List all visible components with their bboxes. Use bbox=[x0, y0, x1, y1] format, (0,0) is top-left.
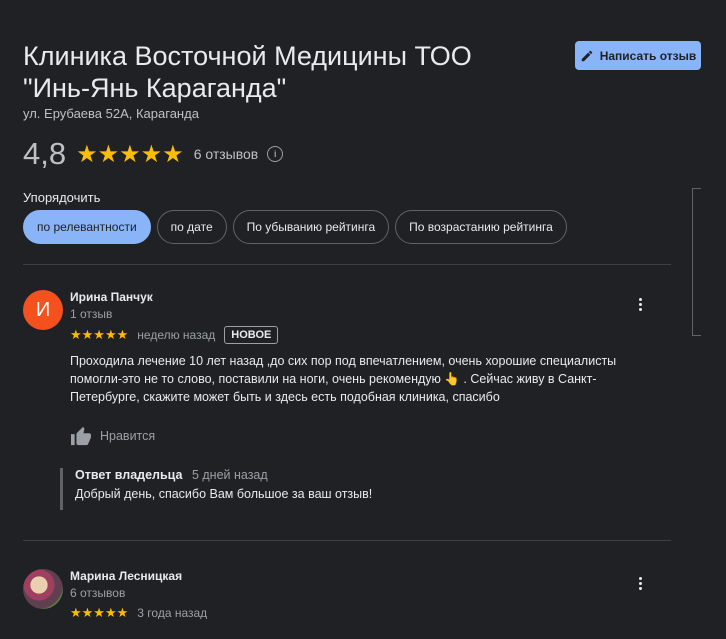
like-label: Нравится bbox=[100, 429, 156, 443]
new-badge: НОВОЕ bbox=[224, 326, 279, 344]
place-address: ул. Ерубаева 52А, Караганда bbox=[23, 106, 199, 121]
divider bbox=[23, 264, 671, 265]
sort-chip-relevance[interactable]: по релевантности bbox=[23, 210, 151, 244]
avatar[interactable]: И bbox=[23, 290, 63, 330]
more-options-icon[interactable] bbox=[635, 575, 645, 592]
rating-stars: ★★★★★ bbox=[76, 140, 184, 168]
like-button[interactable]: Нравится bbox=[70, 426, 155, 446]
review-text: Проходила лечение 10 лет назад ,до сих п… bbox=[70, 354, 617, 404]
sort-chip-rating-desc[interactable]: По убыванию рейтинга bbox=[232, 210, 390, 244]
review-card: И Ирина Панчук 1 отзыв ★★★★★ неделю наза… bbox=[23, 290, 683, 530]
review-stars: ★★★★★ bbox=[70, 605, 129, 619]
more-options-icon[interactable] bbox=[635, 296, 645, 313]
thumbs-up-icon bbox=[71, 426, 91, 446]
owner-reply-text: Добрый день, спасибо Вам большое за ваш … bbox=[75, 487, 373, 501]
place-title-line1: Клиника Восточной Медицины ТОО bbox=[23, 41, 472, 71]
review-date: 3 года назад bbox=[137, 606, 208, 619]
review-date: неделю назад bbox=[137, 328, 216, 342]
place-title-line2: "Инь-Янь Караганда" bbox=[23, 73, 287, 103]
sort-chips: по релевантности по дате По убыванию рей… bbox=[23, 210, 567, 244]
owner-reply: Ответ владельца 5 дней назад Добрый день… bbox=[60, 468, 372, 510]
review-rating-row: ★★★★★ 3 года назад bbox=[70, 605, 207, 619]
sort-chip-rating-asc[interactable]: По возрастанию рейтинга bbox=[395, 210, 567, 244]
write-review-button[interactable]: Написать отзыв bbox=[575, 41, 701, 70]
reviews-count: 6 отзывов bbox=[193, 146, 259, 162]
review-rating-row: ★★★★★ неделю назад НОВОЕ bbox=[70, 326, 279, 344]
reviewer-name[interactable]: Ирина Панчук bbox=[70, 290, 153, 304]
reviewer-meta: 6 отзывов bbox=[70, 586, 126, 600]
scrollbar[interactable] bbox=[692, 188, 701, 336]
avatar[interactable] bbox=[23, 569, 63, 609]
sort-chip-date[interactable]: по дате bbox=[156, 210, 227, 244]
review-card: Марина Лесницкая 6 отзывов ★★★★★ 3 года … bbox=[23, 569, 683, 619]
place-title: Клиника Восточной Медицины ТОО "Инь-Янь … bbox=[23, 40, 543, 104]
pencil-icon bbox=[581, 50, 592, 61]
reviewer-meta: 1 отзыв bbox=[70, 307, 113, 321]
rating-summary: 4,8 ★★★★★ 6 отзывов i bbox=[23, 136, 284, 172]
rating-value: 4,8 bbox=[23, 136, 67, 171]
sort-label: Упорядочить bbox=[23, 190, 101, 205]
divider bbox=[23, 540, 671, 541]
review-stars: ★★★★★ bbox=[70, 327, 129, 342]
owner-reply-label: Ответ владельца bbox=[75, 468, 183, 482]
reviewer-name[interactable]: Марина Лесницкая bbox=[70, 569, 182, 583]
info-icon[interactable]: i bbox=[267, 146, 284, 162]
write-review-label: Написать отзыв bbox=[599, 48, 697, 63]
owner-reply-date: 5 дней назад bbox=[191, 468, 268, 482]
